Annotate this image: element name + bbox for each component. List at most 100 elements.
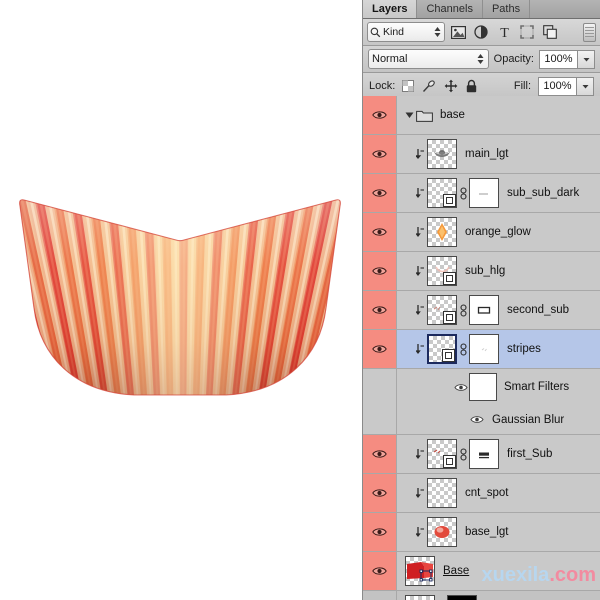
smart-filter-name[interactable]: Gaussian Blur [492, 414, 564, 426]
filter-kind-label: Kind [383, 26, 405, 38]
eye-icon [372, 450, 387, 458]
tab-paths[interactable]: Paths [482, 0, 531, 18]
group-disclosure-triangle[interactable] [405, 111, 414, 119]
lock-transparency-icon[interactable] [402, 80, 415, 92]
visibility-toggle[interactable] [363, 474, 397, 512]
layer-thumbnail[interactable] [427, 439, 457, 469]
layer-name[interactable]: stripes [507, 343, 541, 355]
layer-name[interactable]: cnt_spot [465, 487, 508, 499]
layer-row-orange-glow[interactable]: orange_glow [363, 213, 600, 252]
lock-image-pixels-icon[interactable] [422, 79, 436, 93]
layer-thumbnail[interactable] [427, 295, 457, 325]
layer-thumbnail[interactable] [427, 139, 457, 169]
lock-position-icon[interactable] [444, 79, 458, 93]
layer-name[interactable]: Base [443, 565, 469, 577]
layer-mask-thumbnail[interactable] [469, 439, 499, 469]
layer-mask-thumbnail[interactable] [469, 178, 499, 208]
layer-row-cupcakes[interactable]: cupcakes [363, 591, 600, 600]
opacity-dropdown-arrow[interactable] [578, 49, 595, 69]
eye-icon [372, 267, 387, 275]
filter-pixel-icon[interactable] [448, 22, 468, 42]
layer-name[interactable]: sub_sub_dark [507, 187, 579, 199]
layer-row-sub-hlg[interactable]: sub_hlg [363, 252, 600, 291]
smart-object-badge [443, 311, 456, 324]
visibility-toggle[interactable] [363, 330, 397, 368]
canvas-area[interactable] [0, 0, 362, 600]
layer-name[interactable]: base_lgt [465, 526, 508, 538]
filter-adjustment-icon[interactable] [471, 22, 491, 42]
tab-layers[interactable]: Layers [363, 0, 418, 18]
smart-object-badge [443, 272, 456, 285]
layer-thumbnail[interactable] [427, 256, 457, 286]
chevron-updown-icon[interactable] [433, 25, 442, 39]
blend-mode-select[interactable]: Normal [368, 49, 489, 69]
layer-name[interactable]: main_lgt [465, 148, 508, 160]
fill-control[interactable]: 100% [538, 76, 594, 96]
eye-icon [372, 345, 387, 353]
smart-filter-row-gaussian-blur[interactable]: Gaussian Blur [363, 405, 600, 435]
eye-icon [372, 306, 387, 314]
filter-shape-icon[interactable] [517, 22, 537, 42]
blend-opacity-row: Normal Opacity: 100% [363, 46, 600, 73]
layer-row-stripes[interactable]: stripes [363, 330, 600, 369]
filter-kind-select[interactable]: Kind [367, 22, 445, 42]
visibility-toggle[interactable] [363, 96, 397, 134]
visibility-toggle[interactable] [363, 213, 397, 251]
visibility-toggle[interactable] [363, 291, 397, 329]
layer-row-second-sub[interactable]: second_sub [363, 291, 600, 330]
clipping-mask-arrow-icon [413, 448, 427, 460]
visibility-toggle[interactable] [363, 252, 397, 290]
filter-smartobject-icon[interactable] [540, 22, 560, 42]
layer-thumbnail[interactable] [427, 217, 457, 247]
layer-thumbnail[interactable] [427, 517, 457, 547]
link-mask-icon[interactable] [457, 447, 469, 461]
layer-name[interactable]: sub_hlg [465, 265, 505, 277]
opacity-label: Opacity: [493, 53, 534, 65]
layer-row-base-lgt[interactable]: base_lgt [363, 513, 600, 552]
layer-mask-thumbnail[interactable] [469, 295, 499, 325]
layer-thumbnail[interactable] [427, 478, 457, 508]
layer-name[interactable]: second_sub [507, 304, 569, 316]
layer-row-base[interactable]: Base [363, 552, 600, 591]
layer-row-cnt-spot[interactable]: cnt_spot [363, 474, 600, 513]
layer-mask-thumbnail[interactable] [469, 334, 499, 364]
filter-enable-toggle[interactable] [583, 22, 596, 42]
filter-type-icon[interactable]: T [494, 22, 514, 42]
layer-list[interactable]: base main_lgt sub_sub_dark orange_glow s… [363, 96, 600, 600]
layer-row-first-sub[interactable]: first_Sub [363, 435, 600, 474]
layer-mask-thumbnail[interactable] [447, 595, 477, 600]
layer-name[interactable]: orange_glow [465, 226, 531, 238]
visibility-toggle[interactable] [363, 552, 397, 590]
visibility-toggle[interactable] [363, 435, 397, 473]
visibility-toggle[interactable] [363, 135, 397, 173]
smart-filters-row[interactable]: Smart Filters [363, 369, 600, 405]
photoshop-window: Layers Channels Paths Kind T Normal Opac… [0, 0, 600, 600]
chevron-updown-icon[interactable] [476, 52, 485, 66]
link-mask-icon[interactable] [457, 342, 469, 356]
layer-row-base-group[interactable]: base [363, 96, 600, 135]
link-mask-icon[interactable] [457, 186, 469, 200]
eye-icon [372, 228, 387, 236]
layer-thumbnail[interactable] [405, 595, 435, 600]
lock-all-icon[interactable] [466, 79, 477, 93]
smart-filters-visibility-toggle[interactable] [453, 383, 469, 392]
visibility-toggle[interactable] [363, 513, 397, 551]
layer-thumbnail[interactable] [427, 334, 457, 364]
link-mask-icon[interactable] [457, 303, 469, 317]
smart-filter-visibility-toggle[interactable] [469, 415, 485, 424]
layer-name[interactable]: first_Sub [507, 448, 552, 460]
layer-name[interactable]: base [440, 109, 465, 121]
layer-row-sub-sub-dark[interactable]: sub_sub_dark [363, 174, 600, 213]
layer-row-main-lgt[interactable]: main_lgt [363, 135, 600, 174]
opacity-input[interactable]: 100% [539, 49, 578, 69]
visibility-toggle[interactable] [363, 591, 397, 600]
layer-thumbnail[interactable] [427, 178, 457, 208]
fill-input[interactable]: 100% [538, 76, 577, 96]
layer-thumbnail[interactable] [405, 556, 435, 586]
fill-dropdown-arrow[interactable] [577, 76, 594, 96]
visibility-toggle[interactable] [363, 174, 397, 212]
tab-channels[interactable]: Channels [417, 0, 483, 18]
smart-object-badge [443, 455, 456, 468]
opacity-control[interactable]: 100% [539, 49, 595, 69]
smart-filters-mask-thumbnail[interactable] [469, 373, 497, 401]
